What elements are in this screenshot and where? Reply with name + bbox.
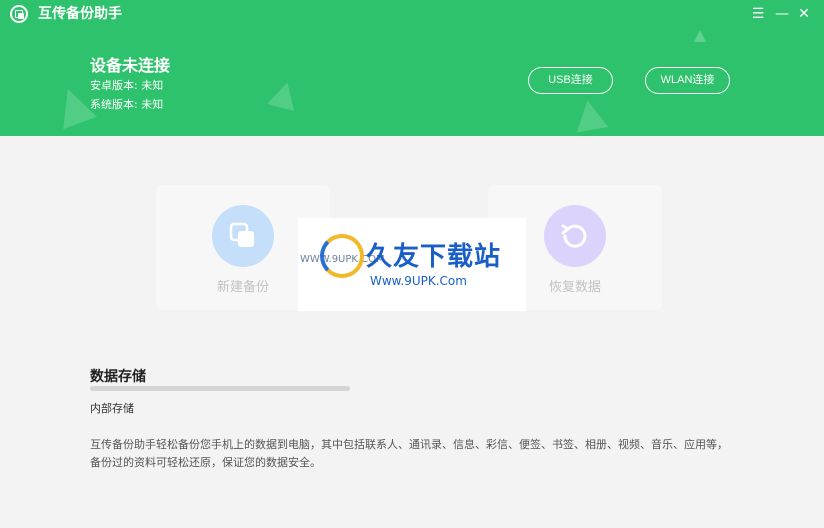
system-version: 系统版本: 未知 <box>90 98 164 111</box>
decor-triangle <box>267 78 301 112</box>
watermark-overlay: WWW.9UPK.COM 久友下载站 Www.9UPK.Com <box>298 218 526 311</box>
decor-triangle <box>571 97 609 133</box>
wlan-connect-button[interactable]: WLAN连接 <box>645 67 730 94</box>
device-status: 设备未连接 <box>90 56 171 75</box>
storage-progress-bar <box>90 386 350 391</box>
menu-icon[interactable]: ☰ <box>748 4 768 24</box>
description-text: 互传备份助手轻松备份您手机上的数据到电脑，其中包括联系人、通讯录、信息、彩信、便… <box>90 438 728 469</box>
watermark-url: Www.9UPK.Com <box>370 274 467 288</box>
close-icon[interactable]: ✕ <box>794 4 814 24</box>
app-title: 互传备份助手 <box>38 6 122 22</box>
storage-location: 内部存储 <box>90 402 134 415</box>
android-version: 安卓版本: 未知 <box>90 79 164 92</box>
minimize-icon[interactable]: — <box>772 4 792 24</box>
new-backup-icon <box>212 205 274 267</box>
app-logo-icon <box>10 5 28 23</box>
header-banner: 互传备份助手 ☰ — ✕ 设备未连接 安卓版本: 未知 系统版本: 未知 USB… <box>0 0 824 136</box>
watermark-text: 久友下载站 <box>366 242 502 272</box>
usb-connect-button[interactable]: USB连接 <box>528 67 613 94</box>
storage-title: 数据存储 <box>90 369 146 385</box>
watermark-logo-icon <box>320 234 364 278</box>
decor-triangle <box>694 30 706 42</box>
restore-icon <box>544 205 606 267</box>
